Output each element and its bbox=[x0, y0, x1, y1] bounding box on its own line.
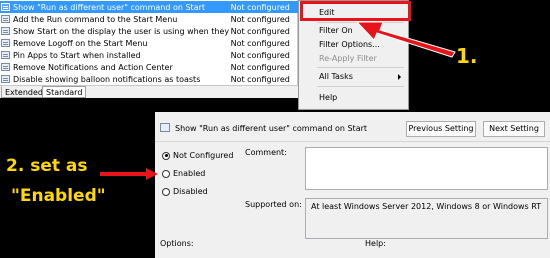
policy-state: Not configured bbox=[230, 26, 290, 36]
policy-setting-icon bbox=[1, 63, 10, 71]
radio-button[interactable] bbox=[162, 169, 170, 178]
radio-disabled[interactable]: Disabled bbox=[162, 187, 208, 196]
menu-item-all-tasks[interactable]: All Tasks bbox=[319, 72, 353, 82]
policy-setting-icon bbox=[1, 39, 10, 47]
step-2-annotation-value: "Enabled" bbox=[11, 186, 106, 206]
policy-row[interactable]: Remove Logoff on the Start Menu Not conf… bbox=[0, 37, 298, 49]
menu-separator bbox=[317, 86, 404, 87]
policy-setting-icon bbox=[1, 75, 10, 83]
menu-item-filter-options[interactable]: Filter Options... bbox=[319, 40, 380, 50]
policy-setting-icon bbox=[1, 3, 10, 11]
radio-enabled[interactable]: Enabled bbox=[162, 169, 205, 178]
policy-editor-dialog: Show "Run as different user" command on … bbox=[155, 112, 550, 258]
policy-name: Add the Run command to the Start Menu bbox=[13, 14, 178, 24]
policy-list-pane: Show "Run as different user" command on … bbox=[0, 0, 298, 98]
tab-standard[interactable]: Standard bbox=[42, 86, 87, 98]
menu-item-help[interactable]: Help bbox=[319, 93, 337, 103]
policy-setting-icon bbox=[1, 27, 10, 35]
policy-state: Not configured bbox=[230, 2, 290, 12]
options-label: Options: bbox=[160, 239, 194, 248]
divider bbox=[155, 141, 550, 142]
policy-name: Remove Notifications and Action Center bbox=[13, 62, 173, 72]
radio-not-configured[interactable]: Not Configured bbox=[162, 151, 233, 160]
policy-name: Remove Logoff on the Start Menu bbox=[13, 38, 148, 48]
menu-item-filter-on[interactable]: Filter On bbox=[319, 26, 353, 36]
policy-state: Not configured bbox=[230, 14, 290, 24]
policy-row[interactable]: Show Start on the display the user is us… bbox=[0, 25, 298, 37]
policy-state: Not configured bbox=[230, 62, 290, 72]
policy-setting-icon bbox=[1, 15, 10, 23]
radio-button[interactable] bbox=[162, 187, 170, 196]
supported-on-label: Supported on: bbox=[245, 200, 302, 209]
arrow-to-enabled bbox=[100, 168, 158, 180]
radio-label: Enabled bbox=[173, 169, 206, 178]
policy-name: Show Start on the display the user is us… bbox=[13, 26, 231, 36]
edit-highlight-box bbox=[300, 1, 411, 21]
policy-row[interactable]: Add the Run command to the Start Menu No… bbox=[0, 13, 298, 25]
policy-state: Not configured bbox=[230, 74, 290, 84]
comment-label: Comment: bbox=[245, 148, 287, 157]
policy-row[interactable]: Pin Apps to Start when installed Not con… bbox=[0, 49, 298, 61]
step-2-annotation: 2. set as bbox=[6, 156, 88, 176]
policy-setting-icon bbox=[160, 123, 170, 132]
policy-row[interactable]: Remove Notifications and Action Center N… bbox=[0, 61, 298, 73]
step-1-annotation: 1. bbox=[456, 44, 478, 68]
submenu-arrow-icon bbox=[398, 74, 401, 80]
help-label: Help: bbox=[365, 239, 386, 248]
menu-separator bbox=[317, 22, 404, 23]
policy-row[interactable]: Show "Run as different user" command on … bbox=[0, 1, 298, 13]
supported-on-value: At least Windows Server 2012, Windows 8 … bbox=[311, 202, 542, 211]
policy-setting-icon bbox=[1, 51, 10, 59]
next-setting-button[interactable]: Next Setting bbox=[483, 121, 545, 137]
policy-name: Show "Run as different user" command on … bbox=[13, 2, 206, 12]
policy-state: Not configured bbox=[230, 38, 290, 48]
policy-row[interactable]: Disable showing balloon notifications as… bbox=[0, 73, 298, 85]
radio-button[interactable] bbox=[162, 151, 170, 160]
radio-label: Disabled bbox=[173, 187, 208, 196]
radio-label: Not Configured bbox=[173, 151, 234, 160]
previous-setting-button[interactable]: Previous Setting bbox=[406, 121, 476, 137]
policy-name: Disable showing balloon notifications as… bbox=[13, 74, 201, 84]
view-tab-bar: Extended Standard bbox=[0, 85, 298, 98]
menu-item-reapply-filter: Re-Apply Filter bbox=[319, 54, 377, 63]
tab-extended[interactable]: Extended bbox=[1, 86, 47, 98]
comment-textarea[interactable] bbox=[305, 147, 548, 190]
menu-separator bbox=[317, 67, 404, 68]
policy-name: Pin Apps to Start when installed bbox=[13, 50, 141, 60]
dialog-title: Show "Run as different user" command on … bbox=[175, 124, 368, 133]
policy-state: Not configured bbox=[230, 50, 290, 60]
supported-on-field: At least Windows Server 2012, Windows 8 … bbox=[305, 198, 548, 239]
